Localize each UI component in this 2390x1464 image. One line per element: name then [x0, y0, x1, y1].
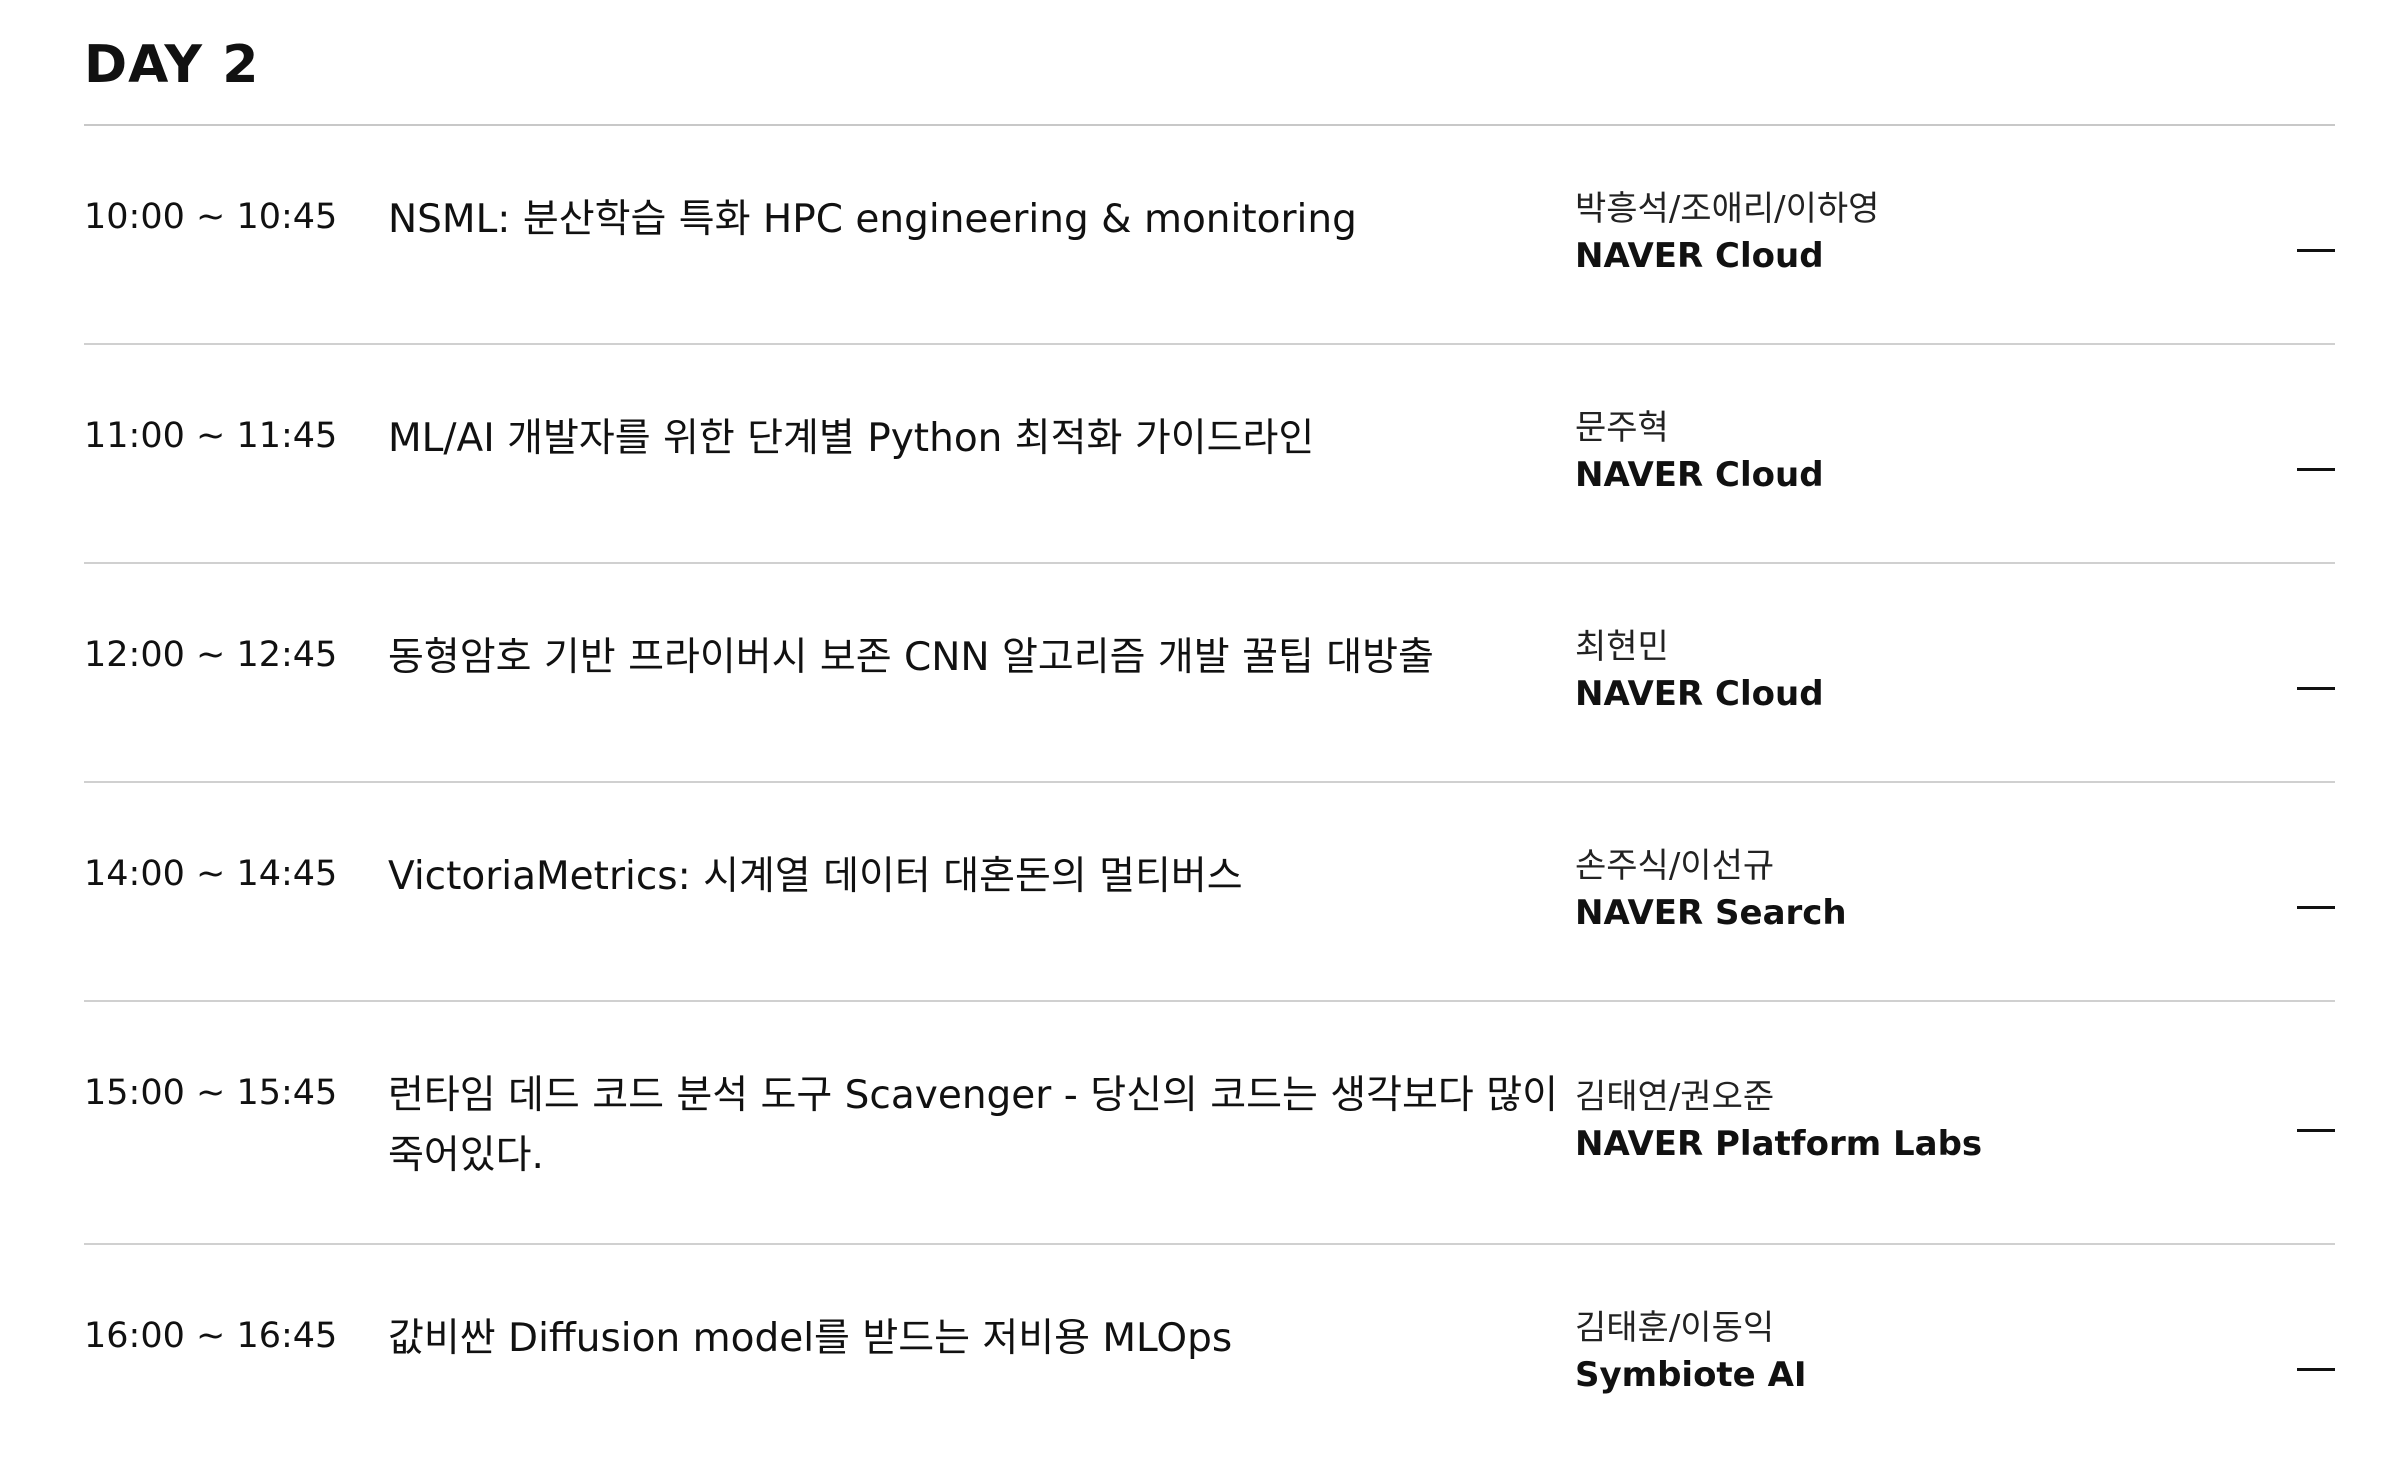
speaker-org: Symbiote AI	[1575, 1355, 1807, 1395]
expand-toggle-icon[interactable]	[2297, 226, 2335, 252]
session-title: 동형암호 기반 프라이버시 보존 CNN 알고리즘 개발 꿀팁 대방출	[388, 635, 1434, 680]
speaker-names: 손주식/이선규	[1575, 846, 1775, 886]
speaker-org: NAVER Cloud	[1575, 236, 1824, 276]
session-speaker: 손주식/이선규 NAVER Search	[1575, 843, 1847, 937]
session-speaker: 문주혁 NAVER Cloud	[1575, 405, 1824, 499]
speaker-names: 최현민	[1575, 627, 1669, 667]
speaker-names: 김태연/권오준	[1575, 1077, 1775, 1117]
day-title: DAY 2	[84, 35, 260, 95]
session-row[interactable]: 10:00 ~ 10:45 NSML: 분산학습 특화 HPC engineer…	[84, 126, 2335, 345]
session-title: VictoriaMetrics: 시계열 데이터 대혼돈의 멀티버스	[388, 854, 1243, 899]
speaker-names: 문주혁	[1575, 408, 1669, 448]
speaker-org: NAVER Cloud	[1575, 674, 1824, 714]
session-row[interactable]: 14:00 ~ 14:45 VictoriaMetrics: 시계열 데이터 대…	[84, 783, 2335, 1002]
speaker-names: 박흥석/조애리/이하영	[1575, 189, 1880, 229]
session-row[interactable]: 11:00 ~ 11:45 ML/AI 개발자를 위한 단계별 Python 최…	[84, 345, 2335, 564]
session-title: NSML: 분산학습 특화 HPC engineering & monitori…	[388, 197, 1357, 242]
speaker-org: NAVER Cloud	[1575, 455, 1824, 495]
session-time: 16:00 ~ 16:45	[84, 1316, 338, 1356]
session-speaker: 박흥석/조애리/이하영 NAVER Cloud	[1575, 186, 1879, 280]
schedule-page: DAY 2 10:00 ~ 10:45 NSML: 분산학습 특화 HPC en…	[0, 0, 2390, 1458]
session-row[interactable]: 16:00 ~ 16:45 값비싼 Diffusion model를 받드는 저…	[84, 1245, 2335, 1464]
session-row[interactable]: 15:00 ~ 15:45 런타임 데드 코드 분석 도구 Scavenger …	[84, 1002, 2335, 1245]
session-speaker: 최현민 NAVER Cloud	[1575, 624, 1824, 718]
session-time: 14:00 ~ 14:45	[84, 854, 338, 894]
speaker-org: NAVER Platform Labs	[1575, 1124, 1983, 1164]
session-title: 값비싼 Diffusion model를 받드는 저비용 MLOps	[388, 1316, 1233, 1361]
expand-toggle-icon[interactable]	[2297, 1345, 2335, 1371]
session-list: 10:00 ~ 10:45 NSML: 분산학습 특화 HPC engineer…	[84, 124, 2335, 1464]
session-speaker: 김태훈/이동익 Symbiote AI	[1575, 1305, 1807, 1399]
session-speaker: 김태연/권오준 NAVER Platform Labs	[1575, 1074, 1982, 1168]
expand-toggle-icon[interactable]	[2297, 1106, 2335, 1132]
session-row[interactable]: 12:00 ~ 12:45 동형암호 기반 프라이버시 보존 CNN 알고리즘 …	[84, 564, 2335, 783]
speaker-org: NAVER Search	[1575, 893, 1847, 933]
expand-toggle-icon[interactable]	[2297, 664, 2335, 690]
expand-toggle-icon[interactable]	[2297, 883, 2335, 909]
session-time: 12:00 ~ 12:45	[84, 635, 338, 675]
session-time: 15:00 ~ 15:45	[84, 1073, 338, 1113]
session-time: 11:00 ~ 11:45	[84, 416, 338, 456]
session-time: 10:00 ~ 10:45	[84, 197, 338, 237]
expand-toggle-icon[interactable]	[2297, 445, 2335, 471]
session-title: ML/AI 개발자를 위한 단계별 Python 최적화 가이드라인	[388, 416, 1315, 461]
speaker-names: 김태훈/이동익	[1575, 1308, 1775, 1348]
session-title: 런타임 데드 코드 분석 도구 Scavenger - 당신의 코드는 생각보다…	[388, 1073, 1558, 1178]
